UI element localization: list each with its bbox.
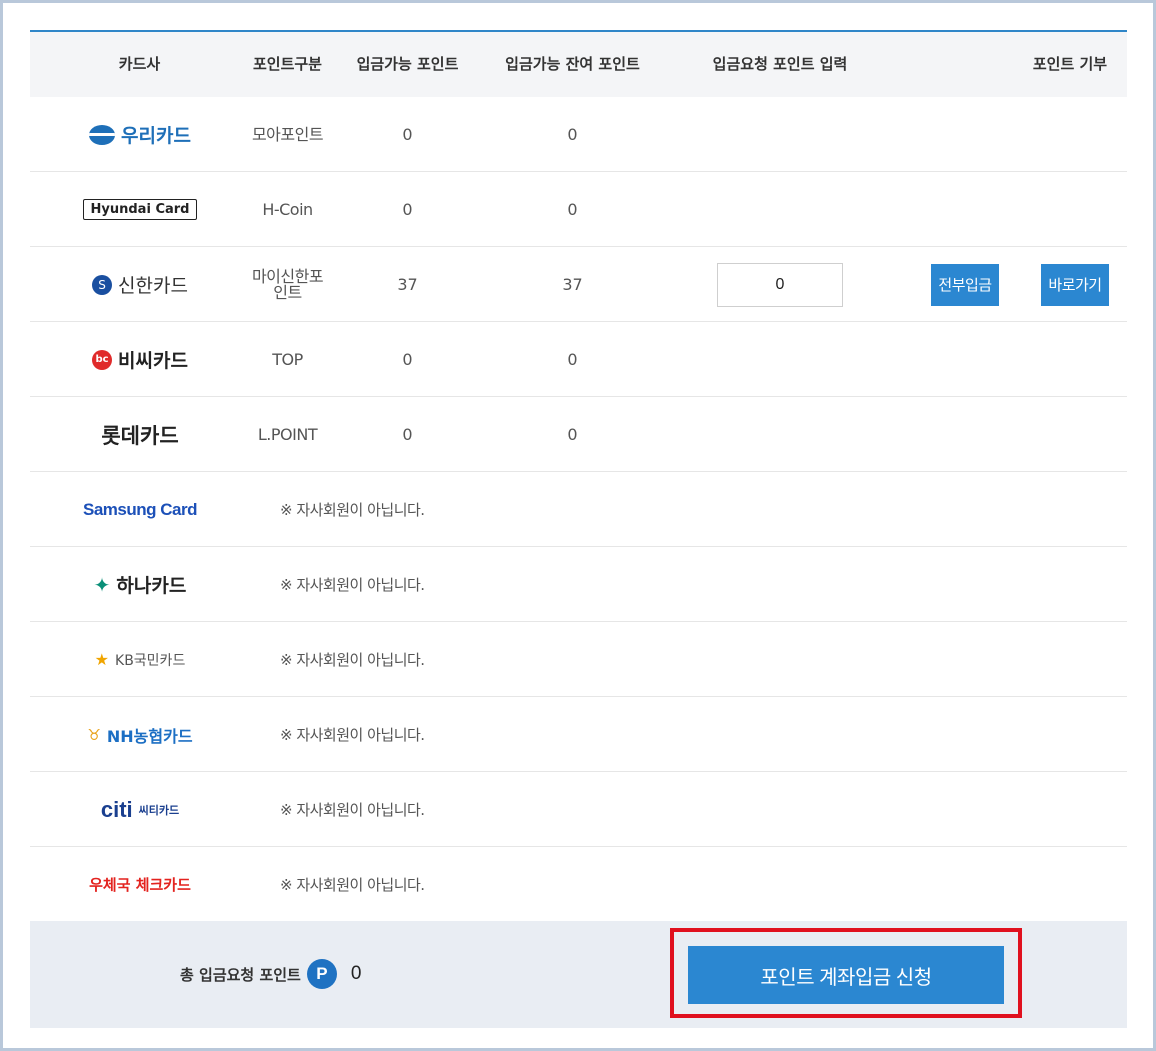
nh-logo: ♉ NH농협카드 <box>87 725 193 746</box>
table-row-lotte: 롯데카드 L.POINT 0 0 <box>30 397 1127 472</box>
hana-logo: ✦ 하나카드 <box>93 572 187 598</box>
hyundai-logo: Hyundai Card <box>82 199 198 220</box>
not-member-note: ※ 자사회원이 아닙니다. <box>280 651 425 669</box>
remaining-points: 0 <box>567 350 578 369</box>
point-type: TOP <box>272 349 303 369</box>
total-label: 총 입금요청 포인트 <box>180 965 301 984</box>
highlight-box: 포인트 계좌입금 신청 <box>670 928 1022 1018</box>
bc-mark-icon: bc <box>92 349 113 370</box>
not-member-note: ※ 자사회원이 아닙니다. <box>280 576 425 594</box>
total-request-points: 총 입금요청 포인트 P 0 <box>180 957 361 991</box>
header-request-input: 입금요청 포인트 입력 <box>712 55 848 73</box>
point-type: L.POINT <box>257 424 318 444</box>
table-row-post: 우체국 체크카드 ※ 자사회원이 아닙니다. <box>30 847 1127 922</box>
remaining-points: 0 <box>567 425 578 444</box>
go-donate-button[interactable]: 바로가기 <box>1041 263 1109 306</box>
point-type-line2: 인트 <box>273 282 302 302</box>
table-row-hyundai: Hyundai Card H-Coin 0 0 <box>30 172 1127 247</box>
point-type: H-Coin <box>262 199 313 219</box>
remaining-points: 0 <box>567 200 578 219</box>
nh-mark-icon: ♉ <box>87 725 101 744</box>
remaining-points: 37 <box>562 275 583 294</box>
samsung-logo: Samsung Card <box>83 499 197 519</box>
shinhan-logo: S 신한카드 <box>92 271 188 298</box>
woori-logo: 우리카드 <box>89 121 191 148</box>
available-points: 0 <box>402 200 413 219</box>
remaining-points: 0 <box>567 125 578 144</box>
total-value: 0 <box>350 963 362 984</box>
citi-logo: citi 씨티카드 <box>100 796 180 822</box>
table-row-samsung: Samsung Card ※ 자사회원이 아닙니다. <box>30 472 1127 547</box>
bc-logo: bc 비씨카드 <box>92 346 188 373</box>
lotte-logo: 롯데카드 <box>101 423 179 448</box>
shinhan-mark-icon: S <box>92 274 113 295</box>
deposit-all-button[interactable]: 전부입금 <box>931 263 999 306</box>
summary-footer: 총 입금요청 포인트 P 0 포인트 계좌입금 신청 <box>30 921 1127 1028</box>
header-point-type: 포인트구분 <box>252 55 322 73</box>
table-header: 카드사 포인트구분 입금가능 포인트 입금가능 잔여 포인트 입금요청 포인트 … <box>30 32 1127 97</box>
not-member-note: ※ 자사회원이 아닙니다. <box>280 801 425 819</box>
table-row-hana: ✦ 하나카드 ※ 자사회원이 아닙니다. <box>30 547 1127 622</box>
not-member-note: ※ 자사회원이 아닙니다. <box>280 876 425 894</box>
hana-mark-icon: ✦ <box>93 572 111 597</box>
apply-deposit-button[interactable]: 포인트 계좌입금 신청 <box>688 946 1004 1004</box>
woori-mark-icon <box>89 124 116 145</box>
card-points-table: 카드사 포인트구분 입금가능 포인트 입금가능 잔여 포인트 입금요청 포인트 … <box>30 30 1127 922</box>
available-points: 37 <box>397 275 418 294</box>
table-row-bc: bc 비씨카드 TOP 0 0 <box>30 322 1127 397</box>
table-row-citi: citi 씨티카드 ※ 자사회원이 아닙니다. <box>30 772 1127 847</box>
not-member-note: ※ 자사회원이 아닙니다. <box>280 726 425 744</box>
kb-logo: ★ KB국민카드 <box>94 650 186 669</box>
header-available: 입금가능 포인트 <box>356 55 459 73</box>
point-type: 모아포인트 <box>251 124 324 144</box>
header-company: 카드사 <box>118 55 161 73</box>
available-points: 0 <box>402 125 413 144</box>
table-row-kb: ★ KB국민카드 ※ 자사회원이 아닙니다. <box>30 622 1127 697</box>
request-points-input[interactable] <box>717 262 843 307</box>
table-row-woori: 우리카드 모아포인트 0 0 <box>30 97 1127 172</box>
table-row-nh: ♉ NH농협카드 ※ 자사회원이 아닙니다. <box>30 697 1127 772</box>
available-points: 0 <box>402 350 413 369</box>
available-points: 0 <box>402 425 413 444</box>
not-member-note: ※ 자사회원이 아닙니다. <box>280 501 425 519</box>
header-donate: 포인트 기부 <box>1032 55 1108 73</box>
p-point-icon: P <box>306 959 337 989</box>
table-row-shinhan: S 신한카드 마이신한포 인트 37 37 전부입금 바로가기 <box>30 247 1127 322</box>
post-logo: 우체국 체크카드 <box>89 876 191 894</box>
kb-star-icon: ★ <box>94 650 110 669</box>
header-remaining: 입금가능 잔여 포인트 <box>505 55 640 73</box>
